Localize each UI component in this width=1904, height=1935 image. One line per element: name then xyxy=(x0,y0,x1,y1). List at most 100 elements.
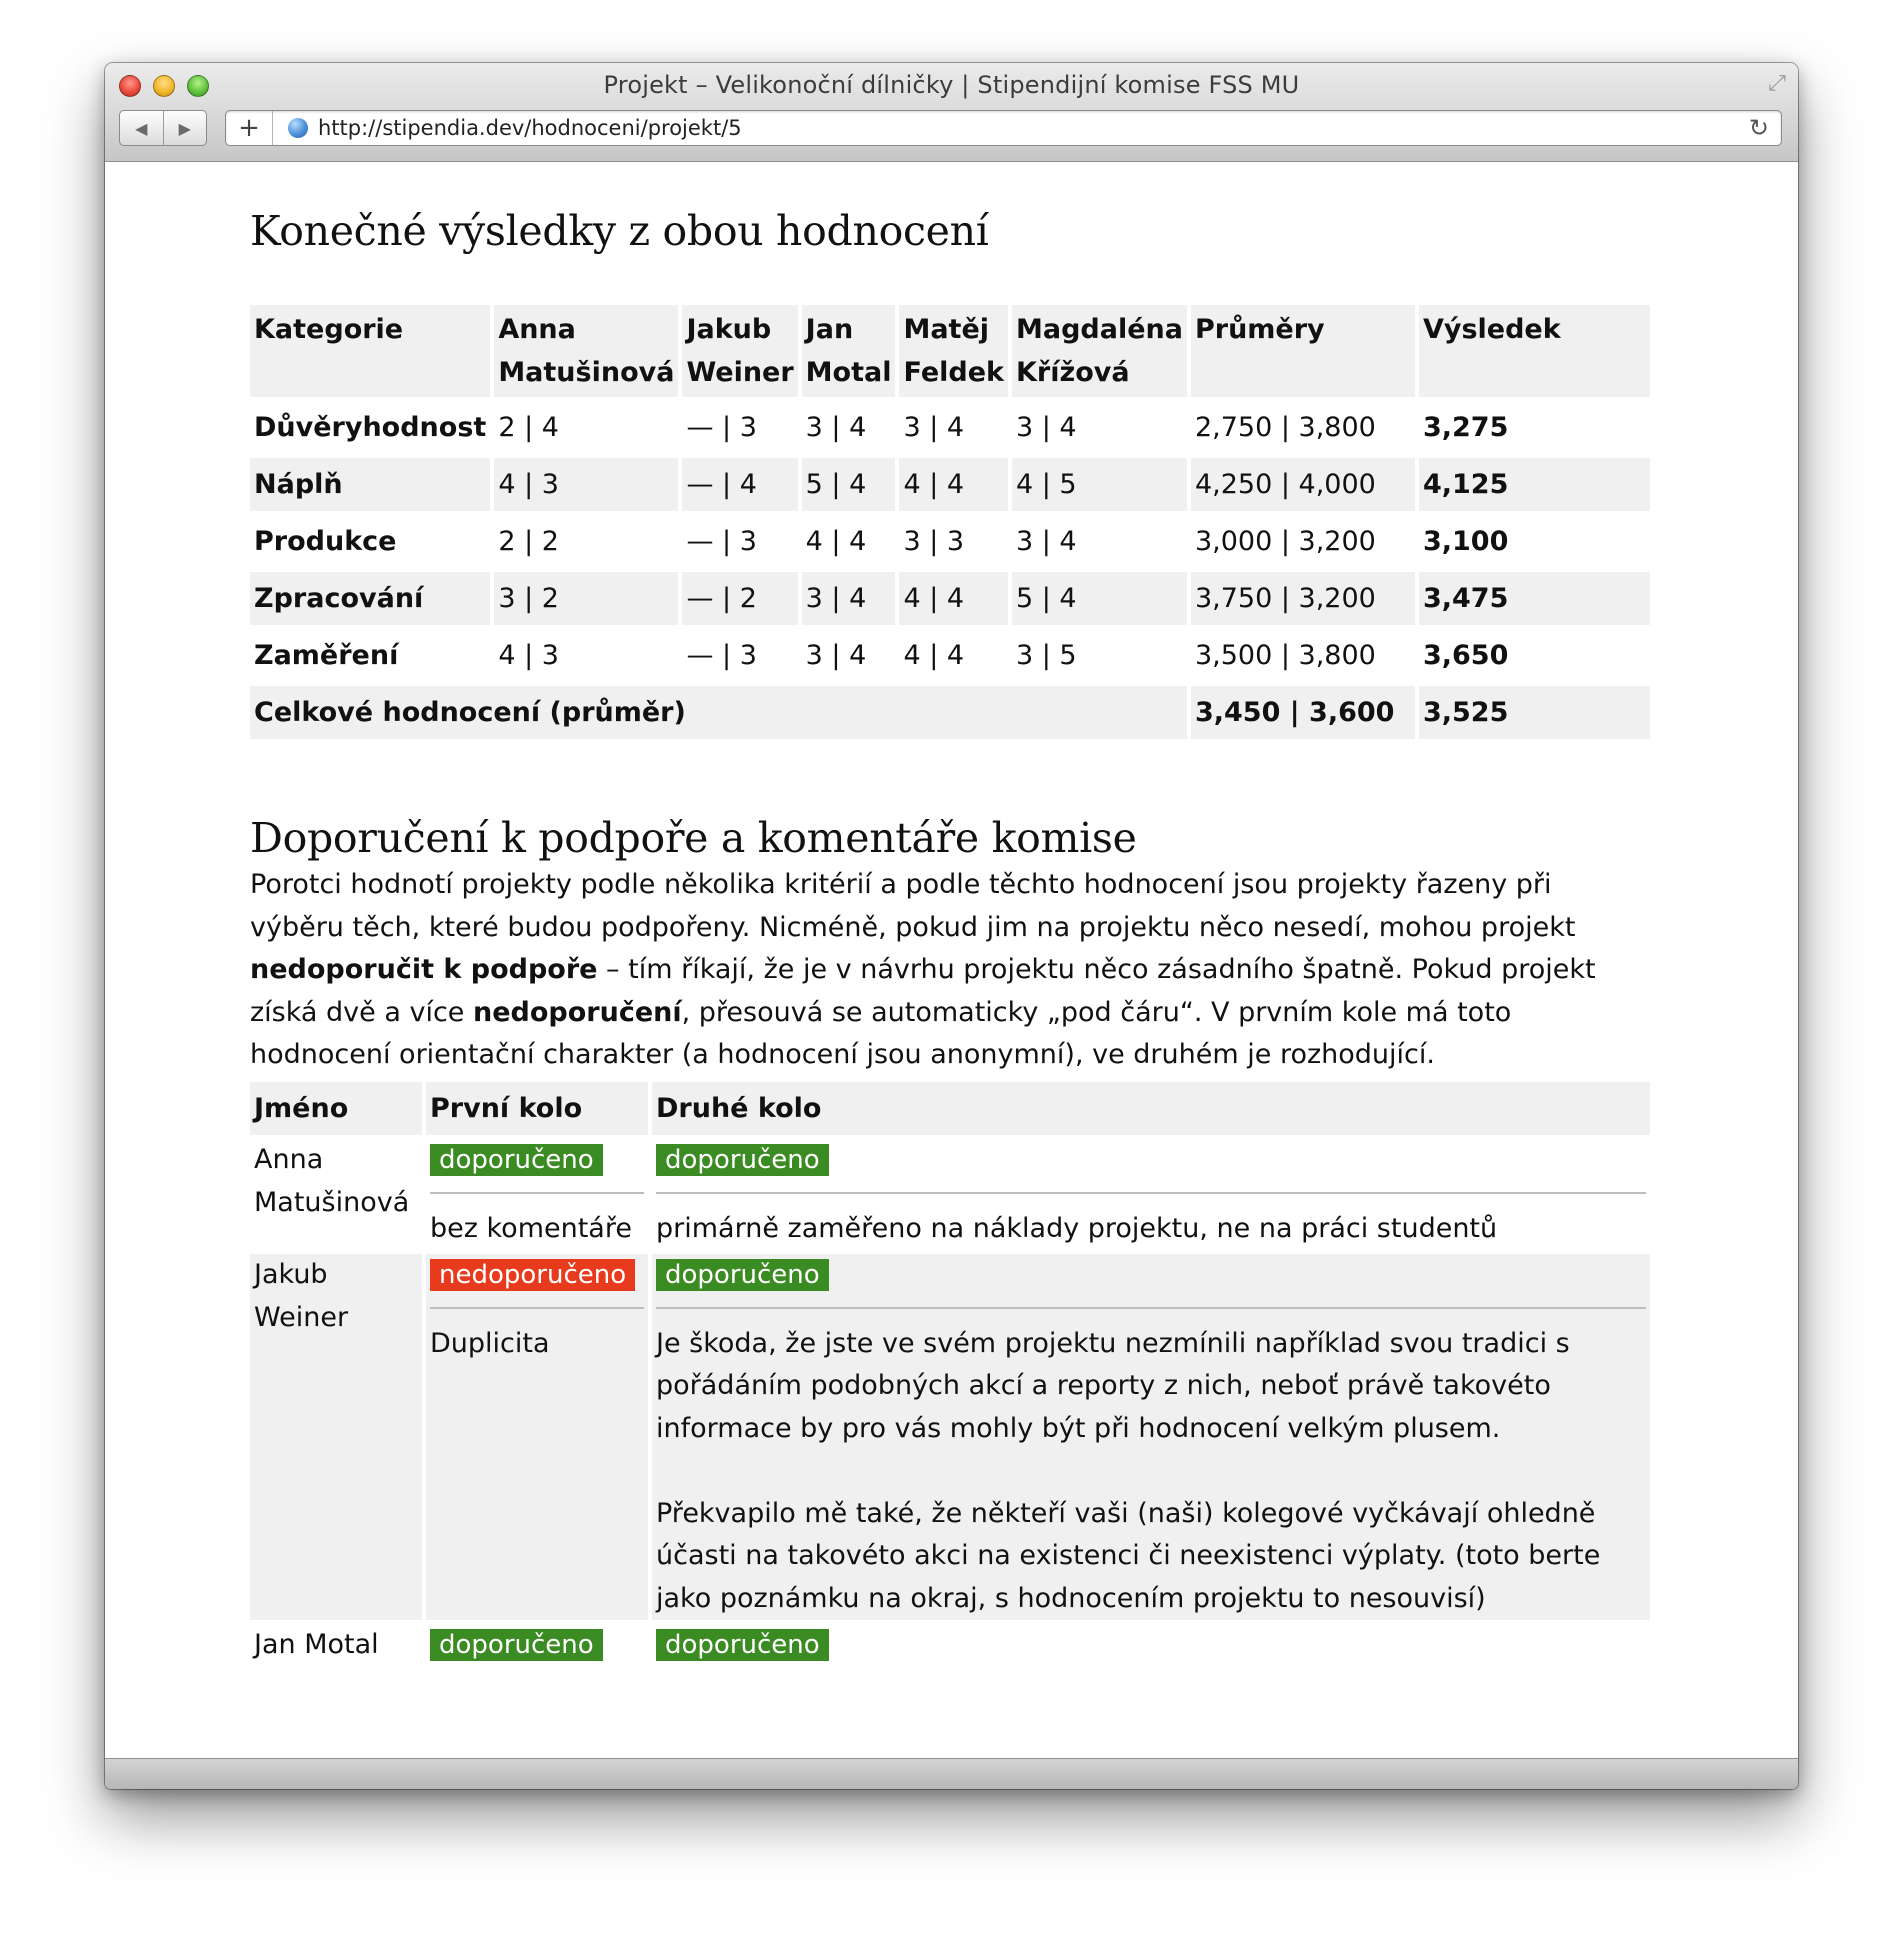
address-bar[interactable]: + http://stipendia.dev/hodnoceni/projekt… xyxy=(225,110,1782,146)
result-cell: 3,275 xyxy=(1422,412,1509,443)
round1-comment: bez komentáře xyxy=(430,1212,632,1244)
status-badge: doporučeno xyxy=(656,1259,829,1291)
total-average: 3,450 | 3,600 xyxy=(1190,686,1415,739)
divider xyxy=(656,1191,1646,1194)
col-header: Anna Matušinová xyxy=(494,305,679,397)
score-cell: — | 2 xyxy=(682,572,798,625)
juror-name: Jan Motal xyxy=(254,1629,379,1660)
globe-icon xyxy=(288,118,308,138)
score-cell: 4 | 4 xyxy=(899,572,1008,625)
score-cell: 3 | 4 xyxy=(1015,412,1077,443)
browser-window: Projekt – Velikonoční dílničky | Stipend… xyxy=(105,63,1798,1789)
score-cell: 4 | 4 xyxy=(903,640,965,671)
col-header: Kategorie xyxy=(250,305,491,397)
result-cell: 3,100 xyxy=(1422,526,1509,557)
category-cell: Důvěryhodnost xyxy=(254,412,487,443)
col-header: Matěj Feldek xyxy=(899,305,1008,397)
score-cell: 3 | 5 xyxy=(1015,640,1077,671)
category-cell: Zpracování xyxy=(250,572,491,625)
url-text[interactable]: http://stipendia.dev/hodnoceni/projekt/5 xyxy=(318,115,742,141)
score-cell: 4 | 3 xyxy=(498,640,559,671)
reload-icon[interactable]: ↻ xyxy=(1749,114,1769,142)
status-badge: doporučeno xyxy=(430,1629,603,1661)
results-body: Důvěryhodnost 2 | 4 — | 3 3 | 4 3 | 4 3 | 4 2,… xyxy=(250,401,1650,682)
results-table: Kategorie Anna Matušinová Jakub Weiner J… xyxy=(246,301,1654,743)
page-content: Konečné výsledky z obou hodnocení Katego… xyxy=(105,162,1798,1759)
juror-name: Jakub Weiner xyxy=(250,1254,422,1620)
recommendations-heading: Doporučení k podpoře a komentáře komise xyxy=(250,814,1137,862)
score-cell: 3 | 2 xyxy=(494,572,679,625)
result-cell: 3,475 xyxy=(1418,572,1650,625)
results-row: Zpracování 3 | 2— | 23 | 44 | 45 | 4 3,750… xyxy=(250,572,1650,625)
col-header: Výsledek xyxy=(1418,305,1650,397)
back-icon[interactable]: ◀ xyxy=(120,111,163,145)
round1-cell: doporučeno bez komentáře xyxy=(426,1139,648,1250)
score-cell: 3 | 4 xyxy=(1015,526,1077,557)
recommendations-table: Jméno První kolo Druhé kolo Anna Matušin… xyxy=(246,1078,1654,1671)
col-header: Jan Motal xyxy=(801,305,896,397)
average-cell: 3,500 | 3,800 xyxy=(1194,640,1376,671)
score-cell: 3 | 3 xyxy=(903,526,965,557)
col-header: Druhé kolo xyxy=(652,1082,1650,1135)
score-cell: — | 4 xyxy=(682,458,798,511)
score-cell: 4 | 3 xyxy=(494,458,679,511)
results-header-row: Kategorie Anna Matušinová Jakub Weiner J… xyxy=(250,305,1650,397)
intro-bold: nedoporučit k podpoře xyxy=(250,954,598,985)
status-badge: doporučeno xyxy=(430,1144,603,1176)
score-cell: 3 | 4 xyxy=(801,572,896,625)
comment-paragraph: primárně zaměřeno na náklady projektu, n… xyxy=(656,1212,1498,1244)
window-title: Projekt – Velikonoční dílničky | Stipend… xyxy=(603,71,1300,99)
score-cell: 2 | 4 xyxy=(498,412,559,443)
divider xyxy=(430,1191,644,1194)
col-header: Jakub Weiner xyxy=(682,305,798,397)
round2-comment: Je škoda, že jste ve svém projektu nezmí… xyxy=(656,1323,1646,1621)
status-badge: doporučeno xyxy=(656,1629,829,1661)
result-cell: 4,125 xyxy=(1418,458,1650,511)
score-cell: 4 | 4 xyxy=(899,458,1008,511)
round2-cell: doporučeno Je škoda, že jste ve svém proj… xyxy=(652,1254,1650,1620)
results-row: Zaměření 4 | 3 — | 3 3 | 4 4 | 4 3 | 5 3,500 |… xyxy=(250,629,1650,682)
recommendation-row: Jan Motal doporučeno doporučeno xyxy=(250,1624,1650,1667)
status-badge: doporučeno xyxy=(656,1144,829,1176)
resize-icon[interactable]: ⤢ xyxy=(1764,71,1790,97)
score-cell: — | 3 xyxy=(686,640,757,671)
score-cell: 3 | 4 xyxy=(805,640,867,671)
forward-icon[interactable]: ▶ xyxy=(162,111,207,145)
col-header: Jméno xyxy=(250,1082,422,1135)
results-row: Důvěryhodnost 2 | 4 — | 3 3 | 4 3 | 4 3 | 4 2,… xyxy=(250,401,1650,454)
round2-comment: primárně zaměřeno na náklady projektu, n… xyxy=(656,1208,1646,1251)
status-badge: nedoporučeno xyxy=(430,1259,636,1291)
results-heading: Konečné výsledky z obou hodnocení xyxy=(250,207,989,255)
results-row: Produkce 2 | 2 — | 3 4 | 4 3 | 3 3 | 4 3,000 |… xyxy=(250,515,1650,568)
total-row: Celkové hodnocení (průměr) 3,450 | 3,600… xyxy=(250,686,1650,739)
results-row: Náplň 4 | 3— | 45 | 44 | 44 | 5 4,250 | 4,… xyxy=(250,458,1650,511)
score-cell: 5 | 4 xyxy=(801,458,896,511)
round1-cell: doporučeno xyxy=(426,1624,648,1667)
round2-cell: doporučeno xyxy=(652,1624,1650,1667)
col-header: Průměry xyxy=(1190,305,1415,397)
intro-text: Porotci hodnotí projekty podle několika … xyxy=(250,869,1576,943)
score-cell: — | 3 xyxy=(686,526,757,557)
average-cell: 3,000 | 3,200 xyxy=(1194,526,1376,557)
average-cell: 4,250 | 4,000 xyxy=(1190,458,1415,511)
average-cell: 3,750 | 3,200 xyxy=(1190,572,1415,625)
intro-bold: nedoporučení xyxy=(473,996,682,1028)
title-bar: Projekt – Velikonoční dílničky | Stipend… xyxy=(105,63,1798,162)
score-cell: 3 | 4 xyxy=(903,412,965,443)
score-cell: 4 | 4 xyxy=(805,526,867,557)
nav-buttons: ◀ ▶ xyxy=(119,110,207,146)
recommendations-body: Anna Matušinová doporučeno bez komentáře do… xyxy=(250,1139,1650,1667)
score-cell: — | 3 xyxy=(686,412,757,443)
score-cell: 4 | 5 xyxy=(1011,458,1187,511)
result-cell: 3,650 xyxy=(1422,640,1509,671)
score-cell: 2 | 2 xyxy=(498,526,559,557)
round1-cell: nedoporučeno Duplicita xyxy=(426,1254,648,1620)
comment-paragraph: Překvapilo mě také, že někteří vaši (naš… xyxy=(656,1497,1601,1614)
score-cell: 3 | 4 xyxy=(805,412,867,443)
recommendation-row: Anna Matušinová doporučeno bez komentáře do… xyxy=(250,1139,1650,1250)
plus-icon[interactable]: + xyxy=(226,111,273,145)
total-label: Celkové hodnocení (průměr) xyxy=(250,686,1187,739)
comment-paragraph: Je škoda, že jste ve svém projektu nezmí… xyxy=(656,1327,1570,1444)
intro-paragraph: Porotci hodnotí projekty podle několika … xyxy=(250,864,1650,1077)
category-cell: Produkce xyxy=(254,526,397,557)
